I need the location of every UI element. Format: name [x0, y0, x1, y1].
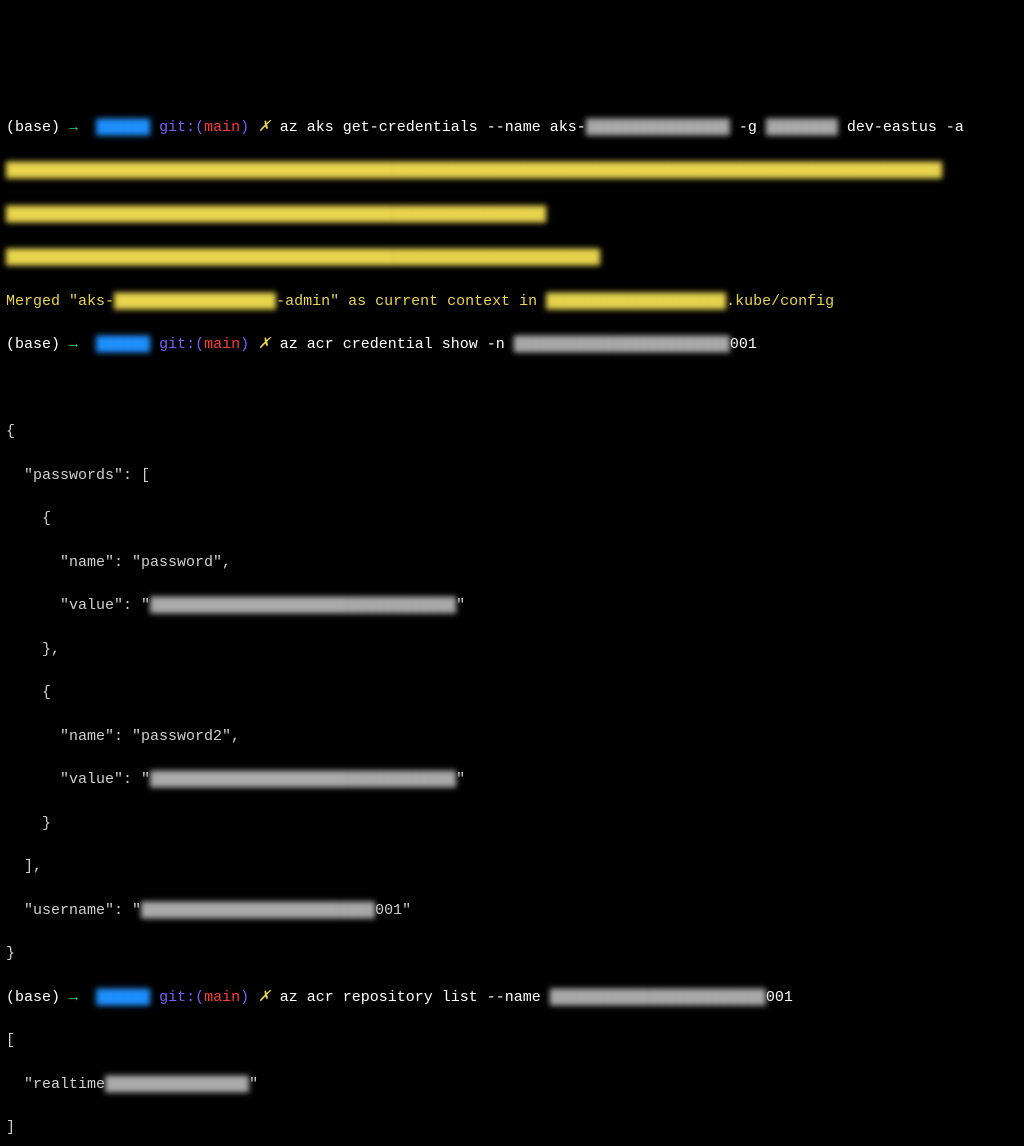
git-branch: main — [204, 119, 240, 136]
warning-line-1: ████████████████████████████████████████… — [6, 160, 1018, 182]
arg-blur: ████████████████ — [586, 119, 730, 136]
prompt-line-3: (base) → ██████ git:(main) ✗ az acr repo… — [6, 987, 1018, 1009]
warning-line-3: ████████████████████████████████████████… — [6, 247, 1018, 269]
dirty-icon: ✗ — [258, 119, 271, 136]
warning-line-2: ████████████████████████████████████████… — [6, 204, 1018, 226]
cmd-text: az aks get-credentials --name aks- — [280, 119, 586, 136]
prompt-arrow-icon: → — [69, 119, 78, 136]
terminal-output[interactable]: (base) → ██████ git:(main) ✗ az aks get-… — [6, 95, 1018, 1146]
prompt-line-2: (base) → ██████ git:(main) ✗ az acr cred… — [6, 334, 1018, 356]
prompt-line-1: (base) → ██████ git:(main) ✗ az aks get-… — [6, 117, 1018, 139]
git-suffix: ) — [240, 119, 249, 136]
env-base: (base) — [6, 119, 60, 136]
git-prefix: git:( — [159, 119, 204, 136]
cwd-blur: ██████ — [96, 119, 150, 136]
blank-line — [6, 378, 1018, 400]
json-output: { — [6, 421, 1018, 443]
merged-line: Merged "aks-██████████████████-admin" as… — [6, 291, 1018, 313]
